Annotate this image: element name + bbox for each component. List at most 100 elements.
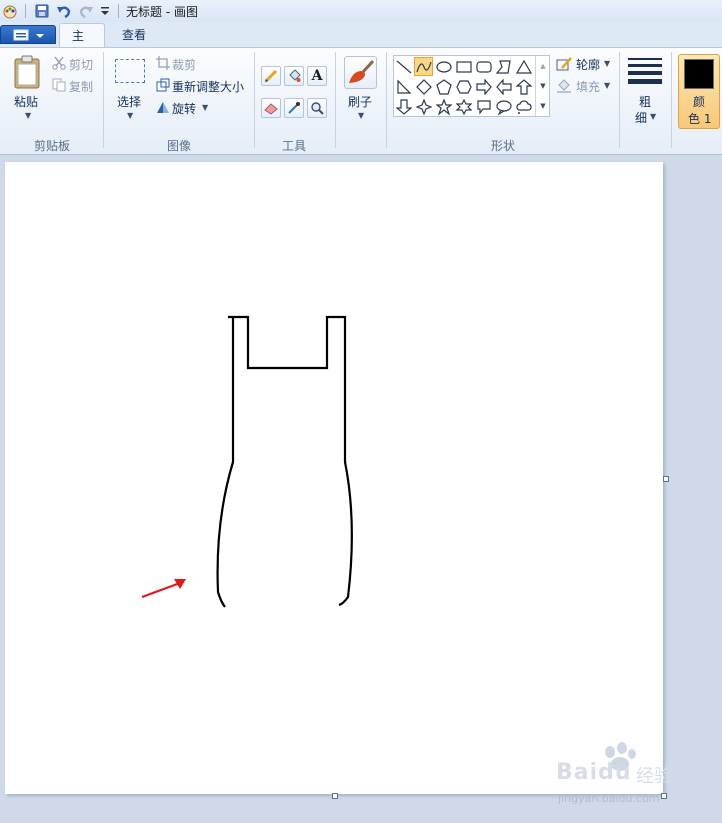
brushes-icon[interactable] (344, 56, 377, 89)
eraser-icon (264, 103, 278, 115)
triangle-shape[interactable] (514, 57, 533, 76)
gallery-scroll-down[interactable]: ▼ (535, 76, 550, 96)
pentagon-shape[interactable] (434, 77, 453, 96)
text-tool[interactable]: A (307, 66, 327, 86)
five-point-star-icon (435, 98, 452, 115)
oval-shape[interactable] (434, 57, 453, 76)
rotate-button[interactable]: 旋转 (172, 100, 196, 117)
down-arrow-shape[interactable] (394, 97, 413, 116)
six-point-star-icon (455, 98, 472, 115)
group-separator (671, 52, 672, 148)
cut-button[interactable]: 剪切 (69, 56, 93, 73)
line-shape[interactable] (394, 57, 413, 76)
size-lines-icon[interactable] (628, 57, 664, 88)
outline-button[interactable]: 轮廓 (576, 56, 600, 73)
canvas-resize-handle-bottom[interactable] (332, 793, 338, 799)
text-a-icon: A (311, 68, 323, 84)
tab-view[interactable]: 查看 (110, 23, 158, 48)
color-picker-tool[interactable] (284, 98, 304, 118)
pencil-tool[interactable] (261, 66, 281, 86)
line-icon (396, 60, 411, 73)
tab-home[interactable]: 主页 (59, 23, 105, 67)
curve-icon (415, 61, 432, 72)
outline-dropdown-caret[interactable]: ▼ (604, 59, 610, 68)
size-dropdown-caret[interactable]: ▼ (650, 112, 656, 121)
select-icon[interactable] (115, 59, 145, 83)
cloud-callout-shape[interactable] (514, 97, 533, 116)
select-dropdown-caret[interactable]: ▼ (127, 111, 133, 120)
undo-icon[interactable] (56, 3, 72, 19)
gallery-expand[interactable]: ▼ (535, 96, 550, 116)
resize-button[interactable]: 重新调整大小 (172, 78, 244, 95)
five-point-star-shape[interactable] (434, 97, 453, 116)
brushes-button[interactable]: 刷子 (348, 93, 372, 110)
crop-button[interactable]: 裁剪 (172, 56, 196, 73)
watermark-product: 经验 (636, 766, 672, 787)
oval-callout-icon (495, 99, 512, 115)
four-point-star-shape[interactable] (414, 97, 433, 116)
copy-icon (52, 78, 66, 95)
right-triangle-icon (396, 79, 411, 94)
brushes-dropdown-caret[interactable]: ▼ (358, 111, 364, 120)
paint-bucket-icon (289, 69, 301, 82)
red-arrow-annotation (141, 579, 186, 599)
rotate-dropdown-caret[interactable]: ▼ (202, 103, 208, 112)
size-button[interactable]: 细 (635, 109, 647, 126)
paste-dropdown-caret[interactable]: ▼ (25, 111, 31, 120)
redo-icon[interactable] (78, 3, 94, 19)
color1-button[interactable]: 颜 色 1 (678, 54, 720, 129)
copy-button[interactable]: 复制 (69, 78, 93, 95)
select-button[interactable]: 选择 (117, 93, 141, 110)
oval-icon (435, 60, 452, 73)
size-label-top: 粗 (639, 95, 652, 109)
rounded-rectangle-icon (475, 60, 492, 73)
right-triangle-shape[interactable] (394, 77, 413, 96)
rounded-rectangle-shape[interactable] (474, 57, 493, 76)
oval-callout-shape[interactable] (494, 97, 513, 116)
rectangle-icon (455, 60, 472, 73)
rectangular-callout-shape[interactable] (474, 97, 493, 116)
drawn-garment-outline (216, 315, 353, 608)
color1-label-bottom: 色 1 (688, 112, 712, 126)
paint-app-icon[interactable] (2, 3, 18, 19)
triangle-icon (515, 59, 532, 74)
six-point-star-shape[interactable] (454, 97, 473, 116)
left-arrow-shape[interactable] (494, 77, 513, 96)
rectangle-shape[interactable] (454, 57, 473, 76)
diamond-shape[interactable] (414, 77, 433, 96)
title-bar: 无标题 - 画图 (0, 0, 722, 23)
customize-toolbar-icon[interactable] (97, 3, 113, 19)
group-separator (386, 52, 387, 148)
rotate-icon (156, 100, 170, 117)
magnifier-icon (311, 102, 324, 115)
color1-swatch (684, 59, 714, 89)
fill-tool[interactable] (284, 66, 304, 86)
polygon-shape[interactable] (494, 57, 513, 76)
gallery-scroll-up[interactable]: ▲ (535, 56, 550, 76)
cut-icon (52, 56, 66, 73)
fill-icon (556, 78, 572, 97)
hexagon-shape[interactable] (454, 77, 473, 96)
hexagon-icon (455, 79, 472, 94)
ribbon-tab-row (0, 22, 722, 48)
right-arrow-shape[interactable] (474, 77, 493, 96)
magnifier-tool[interactable] (307, 98, 327, 118)
drawing-canvas[interactable] (5, 162, 663, 794)
clipboard-group-label: 剪贴板 (33, 139, 70, 153)
fill-dropdown-caret[interactable]: ▼ (604, 81, 610, 90)
curve-shape[interactable] (414, 57, 433, 76)
paste-button[interactable]: 粘贴 (14, 93, 38, 110)
canvas-resize-handle-right[interactable] (663, 476, 669, 482)
title-separator (118, 4, 119, 18)
paste-icon[interactable] (13, 55, 41, 89)
save-icon[interactable] (34, 3, 50, 19)
down-arrow-icon (395, 98, 412, 115)
fill-button[interactable]: 填充 (576, 78, 600, 95)
paint-menu-button[interactable] (0, 25, 56, 44)
four-point-star-icon (415, 98, 432, 115)
shapes-gallery: ▲ ▼ ▼ (393, 55, 550, 117)
up-arrow-shape[interactable] (514, 77, 533, 96)
resize-icon (156, 78, 170, 95)
cloud-callout-icon (515, 99, 532, 114)
eraser-tool[interactable] (261, 98, 281, 118)
